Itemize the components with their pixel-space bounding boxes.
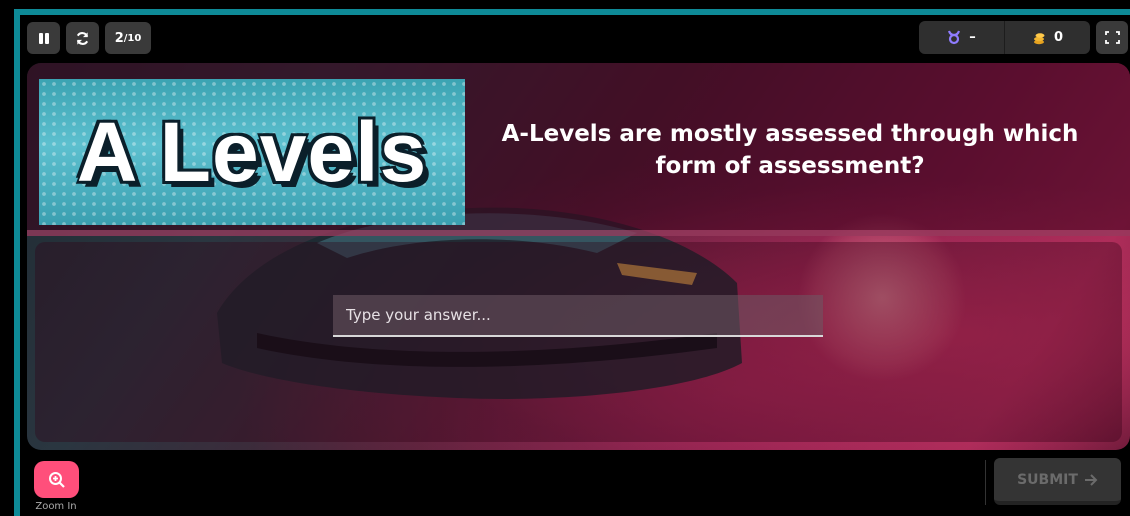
coins-icon <box>1033 32 1045 44</box>
answer-panel <box>35 242 1122 442</box>
question-text: A-Levels are mostly assessed through whi… <box>501 121 1079 179</box>
footer-divider <box>985 460 986 505</box>
answer-input[interactable] <box>333 295 823 337</box>
stats-bar: – 0 <box>919 21 1090 54</box>
reload-button[interactable] <box>66 22 99 54</box>
counter-current: 2 <box>114 30 124 46</box>
top-accent-border <box>14 9 1130 15</box>
submit-button[interactable]: SUBMIT <box>994 458 1121 505</box>
question-counter: 2/10 <box>105 22 151 54</box>
left-accent-border <box>14 9 20 516</box>
coins-value: 0 <box>1053 30 1064 45</box>
quiz-screen: 2/10 – 0 A Levels A-Levels are mostly as… <box>0 0 1130 516</box>
submit-label: SUBMIT <box>1017 471 1078 488</box>
streak-stat: – <box>919 21 1004 54</box>
zoom-in-icon <box>48 471 65 488</box>
reload-icon <box>76 31 89 45</box>
pause-button[interactable] <box>27 22 60 54</box>
question-card: A Levels A-Levels are mostly assessed th… <box>27 63 1130 450</box>
streak-icon <box>948 30 961 45</box>
streak-value: – <box>969 30 976 45</box>
question-image: A Levels <box>39 79 465 225</box>
pause-icon <box>38 32 49 44</box>
counter-total: /10 <box>123 32 142 44</box>
fullscreen-icon <box>1104 31 1120 44</box>
zoom-in-button[interactable] <box>34 461 79 498</box>
question-panel: A Levels A-Levels are mostly assessed th… <box>27 63 1130 236</box>
arrow-right-icon <box>1084 473 1098 486</box>
coins-stat: 0 <box>1004 21 1090 54</box>
zoom-in-label: Zoom In <box>35 501 77 512</box>
fullscreen-button[interactable] <box>1096 21 1128 54</box>
question-image-text: A Levels <box>76 104 428 199</box>
